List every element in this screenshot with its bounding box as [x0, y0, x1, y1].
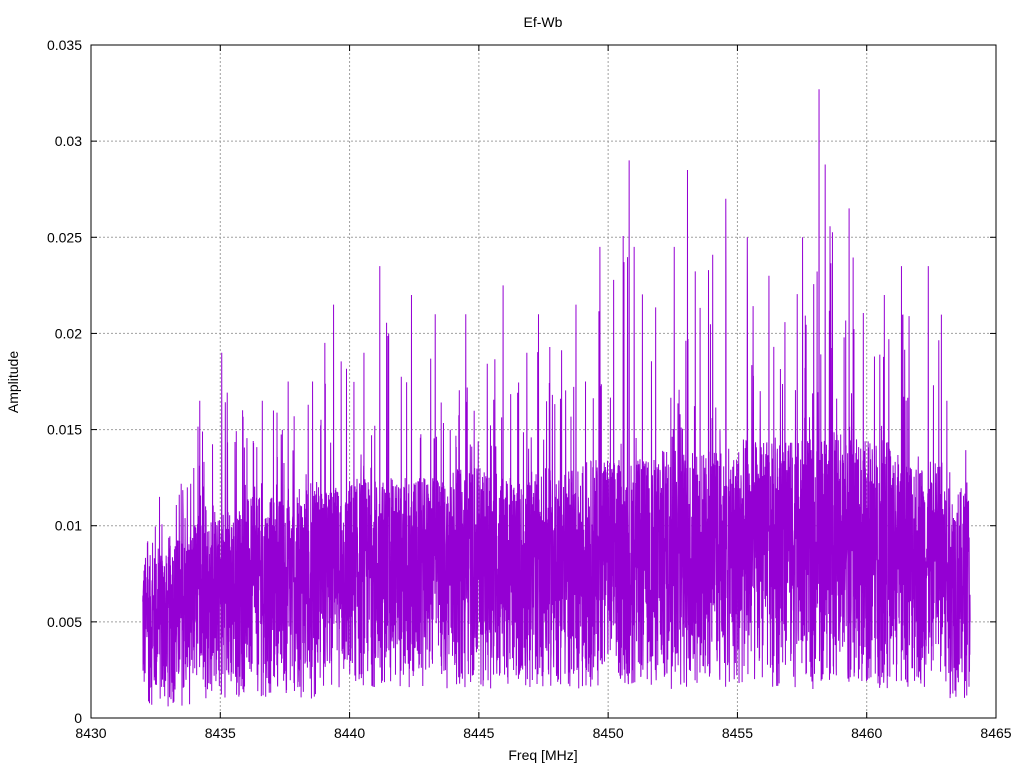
series-line	[142, 89, 971, 707]
chart: Ef-Wb 8430 8435 8440 8445 8450 8455 8460 8465 0 0…	[5, 14, 1012, 763]
series-ef-wb	[142, 89, 971, 707]
y-tick-label: 0	[74, 710, 82, 726]
y-tick-label: 0.005	[47, 614, 82, 630]
y-tick-label: 0.025	[47, 229, 82, 245]
y-axis-label: Amplitude	[5, 351, 21, 413]
chart-title: Ef-Wb	[524, 14, 563, 30]
x-tick-label: 8445	[463, 725, 494, 741]
x-tick-label: 8455	[722, 725, 753, 741]
y-tick-label: 0.035	[47, 37, 82, 53]
x-axis-label: Freq [MHz]	[508, 747, 577, 763]
y-tick-label: 0.01	[55, 518, 82, 534]
x-tick-label: 8460	[851, 725, 882, 741]
x-tick-label: 8450	[593, 725, 624, 741]
y-tick-label: 0.03	[55, 133, 82, 149]
y-tick-label: 0.015	[47, 422, 82, 438]
x-tick-label: 8435	[205, 725, 236, 741]
x-tick-label: 8430	[75, 725, 106, 741]
x-tick-label: 8440	[334, 725, 365, 741]
x-tick-label: 8465	[980, 725, 1011, 741]
y-tick-label: 0.02	[55, 325, 82, 341]
